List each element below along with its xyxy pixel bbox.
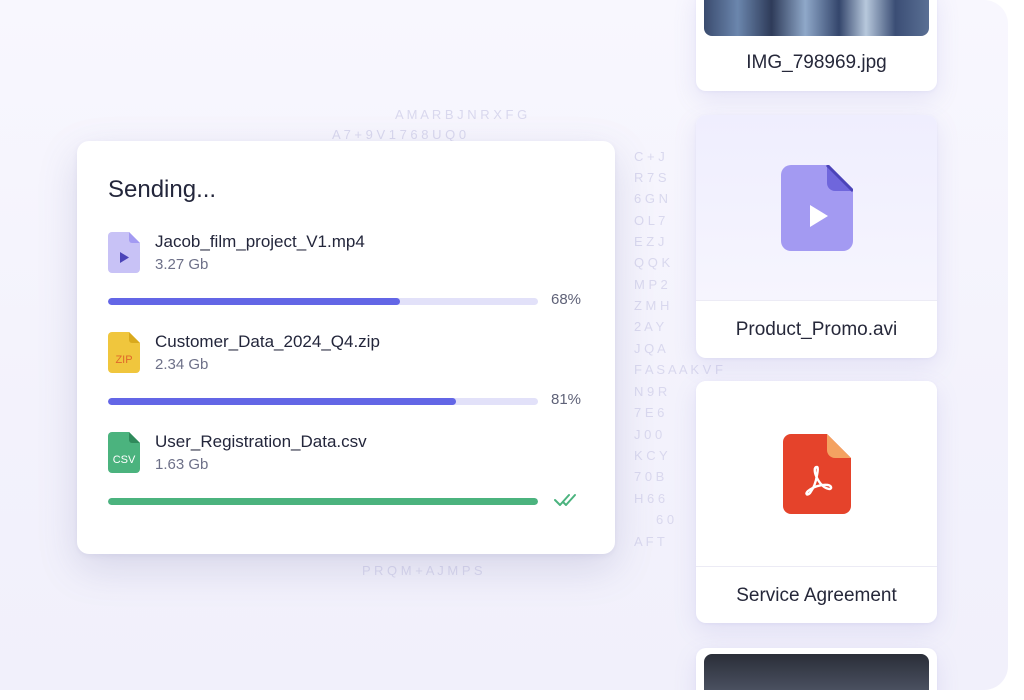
- progress-percent: 81%: [551, 391, 582, 408]
- glyph-row: P R Q M + A J M P S: [362, 563, 483, 578]
- progress-fill: [108, 498, 538, 505]
- file-preview: [696, 381, 937, 567]
- progress-track: [108, 298, 538, 305]
- glyph-row: 2 A Y: [634, 319, 665, 334]
- progress-track: [108, 498, 538, 505]
- glyph-row: J Q A: [634, 341, 666, 356]
- file-card-video[interactable]: Product_Promo.avi: [696, 115, 937, 358]
- file-name: User_Registration_Data.csv: [155, 432, 367, 451]
- file-preview: [696, 115, 937, 301]
- file-name: Jacob_film_project_V1.mp4: [155, 232, 365, 251]
- glyph-row: F A S A A K V F: [634, 362, 723, 377]
- file-card-image[interactable]: IMG_798969.jpg: [696, 0, 937, 91]
- video-file-icon: [108, 232, 140, 273]
- glyph-row: M P 2: [634, 277, 668, 292]
- glyph-row: O L 7: [634, 213, 666, 228]
- image-thumbnail: [704, 0, 929, 36]
- file-card-image[interactable]: [696, 648, 937, 690]
- glyph-row: E Z J: [634, 234, 665, 249]
- transfer-item[interactable]: CSV User_Registration_Data.csv 1.63 Gb: [108, 432, 588, 522]
- glyph-row: K C Y: [634, 448, 668, 463]
- file-size: 1.63 Gb: [155, 456, 209, 473]
- app-canvas: A M A R B J N R X F G A 7 + 9 V 1 7 6 8 …: [0, 0, 1008, 690]
- zip-file-icon-label: ZIP: [115, 354, 132, 366]
- double-check-icon: [554, 494, 576, 506]
- glyph-row: 7 0 B: [634, 469, 665, 484]
- transfer-item[interactable]: Jacob_film_project_V1.mp4 3.27 Gb 68%: [108, 232, 588, 322]
- file-name: Customer_Data_2024_Q4.zip: [155, 332, 380, 351]
- sending-panel: Sending... Jacob_film_project_V1.mp4 3.2…: [77, 141, 615, 554]
- image-thumbnail: [704, 654, 929, 690]
- file-card-name: IMG_798969.jpg: [746, 52, 887, 73]
- glyph-row: H 6 6: [634, 491, 666, 506]
- glyph-row: 7 E 6: [634, 405, 665, 420]
- file-size: 2.34 Gb: [155, 356, 209, 373]
- zip-file-icon: ZIP: [108, 332, 140, 373]
- glyph-row: R 7 S: [634, 170, 667, 185]
- progress-fill: [108, 298, 401, 305]
- glyph-row: 6 0: [656, 512, 675, 527]
- file-size: 3.27 Gb: [155, 256, 209, 273]
- file-card-name: Product_Promo.avi: [735, 319, 898, 340]
- glyph-row: Z M H: [634, 298, 670, 313]
- panel-title: Sending...: [108, 176, 217, 203]
- glyph-row: A M A R B J N R X F G: [395, 107, 528, 122]
- progress-track: [108, 398, 538, 405]
- glyph-row: J 0 0: [634, 427, 663, 442]
- glyph-row: C + J: [634, 149, 665, 164]
- file-card-pdf[interactable]: Service Agreement: [696, 381, 937, 623]
- glyph-row: 6 G N: [634, 191, 668, 206]
- transfer-item[interactable]: ZIP Customer_Data_2024_Q4.zip 2.34 Gb 81…: [108, 332, 588, 422]
- pdf-file-icon: [782, 433, 851, 514]
- video-file-icon: [780, 164, 853, 251]
- file-card-name: Service Agreement: [736, 585, 897, 606]
- glyph-row: Q Q K: [634, 255, 671, 270]
- csv-file-icon: CSV: [108, 432, 140, 473]
- glyph-row: N 9 R: [634, 384, 668, 399]
- csv-file-icon-label: CSV: [113, 454, 136, 466]
- glyph-row: A F T: [634, 534, 665, 549]
- progress-fill: [108, 398, 457, 405]
- progress-percent: 68%: [551, 291, 582, 308]
